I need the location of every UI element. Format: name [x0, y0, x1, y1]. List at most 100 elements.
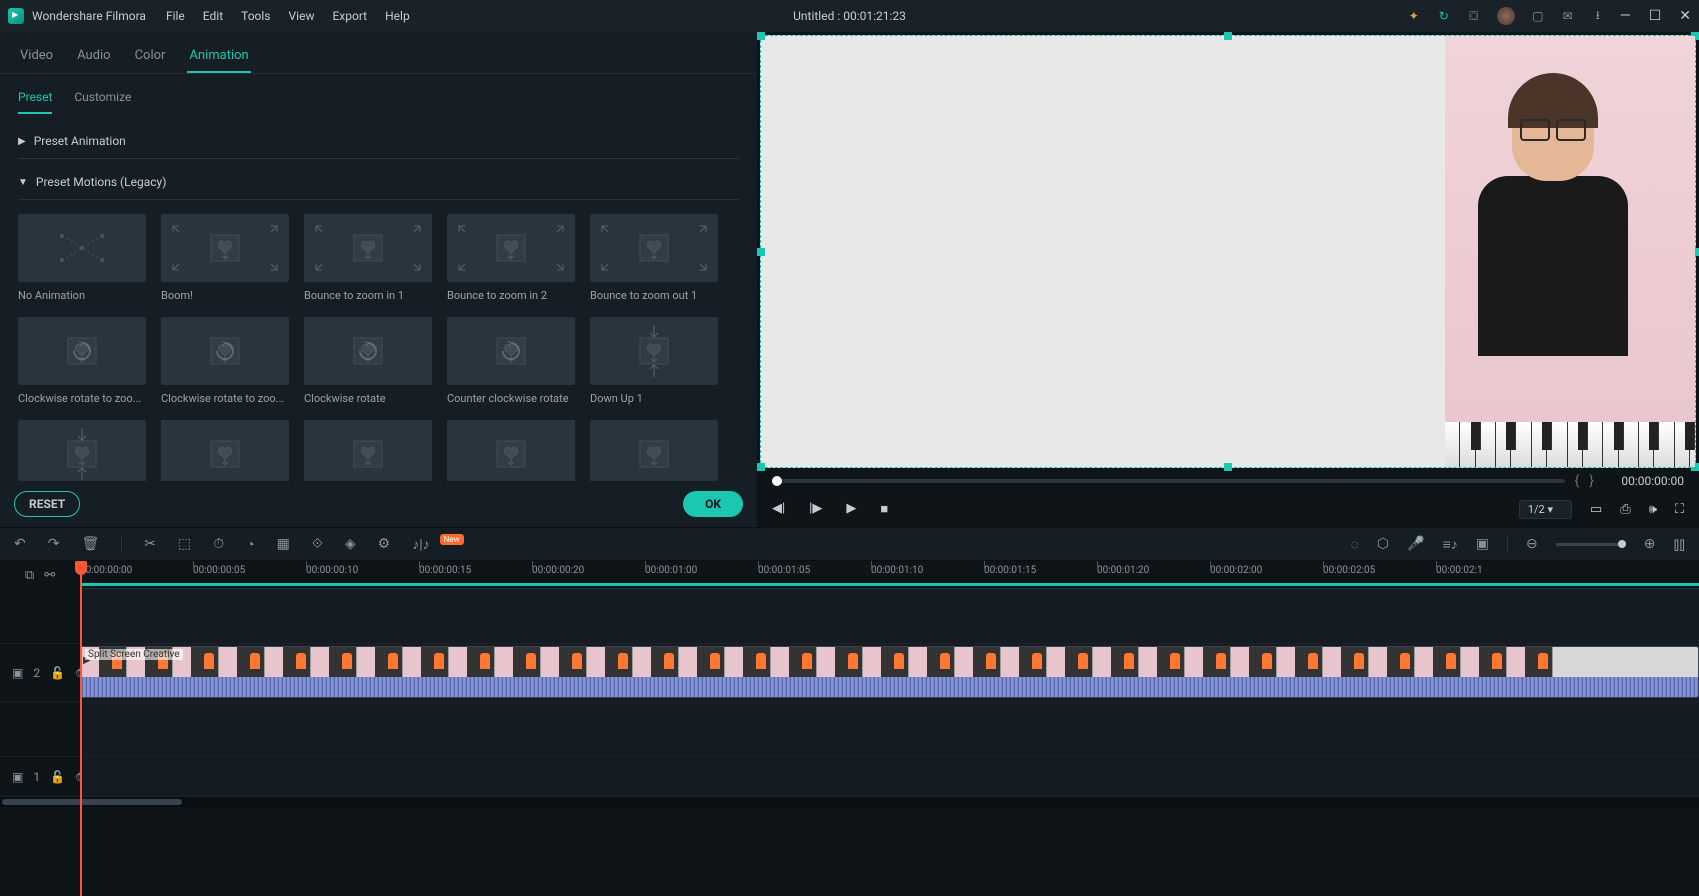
track-1-body[interactable] — [80, 757, 1699, 796]
fullscreen-icon[interactable]: ⛶ — [1675, 502, 1684, 517]
audio-icon[interactable]: ♪|♪ — [412, 536, 429, 553]
section-preset-motions[interactable]: ▼ Preset Motions (Legacy) — [18, 165, 739, 199]
zoom-out-icon[interactable]: ⊖ — [1526, 536, 1538, 552]
gift-icon[interactable]: ⛋ — [1467, 9, 1481, 23]
preset-item[interactable]: Bounce to zoom out 1 — [590, 214, 718, 302]
track-manager-icon[interactable]: ⧉ — [25, 568, 34, 583]
section-preset-animation[interactable]: ▶ Preset Animation — [18, 124, 739, 158]
lock-icon[interactable]: 🔓 — [50, 666, 65, 680]
preset-item[interactable]: Clockwise rotate to zoo... — [161, 317, 289, 405]
delete-icon[interactable]: 🗑 — [81, 536, 99, 552]
preview-quality-select[interactable]: 1/2 ▾ — [1519, 500, 1572, 519]
track-toggle-icon[interactable]: ▣ — [12, 770, 23, 784]
handle-ml[interactable] — [757, 248, 765, 256]
redo-icon[interactable]: ↷ — [48, 536, 60, 552]
record-vo-icon[interactable]: 🎤 — [1407, 536, 1424, 552]
preset-thumb — [18, 317, 146, 385]
ok-button[interactable]: OK — [683, 491, 743, 517]
undo-icon[interactable]: ↶ — [14, 536, 26, 552]
minimize-button[interactable]: — — [1620, 8, 1631, 24]
reset-button[interactable]: RESET — [14, 491, 80, 517]
timeline-scroll-thumb[interactable] — [2, 799, 182, 805]
menu-view[interactable]: View — [289, 9, 315, 23]
mark-in-icon[interactable]: { — [1575, 473, 1580, 489]
tab-video[interactable]: Video — [18, 42, 55, 73]
scrub-track[interactable] — [772, 479, 1565, 483]
preset-item[interactable]: Fade Slide 3 — [447, 420, 575, 481]
preset-item[interactable]: Bounce to zoom in 2 — [447, 214, 575, 302]
timeline-scrollbar[interactable] — [0, 797, 1699, 807]
playhead[interactable] — [80, 561, 82, 896]
handle-bl[interactable] — [757, 463, 765, 471]
tab-color[interactable]: Color — [133, 42, 168, 73]
lightbulb-icon[interactable]: ✦ — [1407, 9, 1421, 23]
preset-item[interactable]: Down Up 2 — [18, 420, 146, 481]
snapshot-icon[interactable]: ⎙ — [1620, 502, 1630, 517]
mixer-icon[interactable]: ≡♪ — [1443, 536, 1458, 553]
speed-icon[interactable]: ⏱ — [213, 536, 224, 552]
handle-bm[interactable] — [1224, 463, 1232, 471]
menu-help[interactable]: Help — [385, 9, 410, 23]
snap-icon[interactable]: ▣ — [1476, 536, 1489, 552]
adjust-icon[interactable]: ⚙ — [378, 536, 391, 552]
keyframe-icon[interactable]: ◈ — [345, 536, 356, 552]
split-icon[interactable]: ✂ — [144, 536, 156, 552]
preset-item[interactable]: Fade Slide 4 — [590, 420, 718, 481]
menu-tools[interactable]: Tools — [241, 9, 270, 23]
refresh-icon[interactable]: ↻ — [1437, 9, 1451, 23]
color-icon[interactable]: ◔ — [246, 536, 254, 553]
play-button[interactable]: ▶ — [846, 501, 856, 517]
close-button[interactable]: ✕ — [1679, 8, 1691, 24]
preset-item[interactable]: Boom! — [161, 214, 289, 302]
zoom-in-icon[interactable]: ⊕ — [1644, 536, 1656, 552]
preset-thumb — [590, 317, 718, 385]
video-clip[interactable]: ▶ Split Screen Creative — [80, 646, 1699, 698]
tab-animation[interactable]: Animation — [187, 42, 250, 73]
preset-label: Clockwise rotate to zoo... — [161, 392, 289, 405]
handle-tm[interactable] — [1224, 32, 1232, 40]
menu-file[interactable]: File — [166, 9, 185, 23]
link-icon[interactable]: ⚯ — [44, 568, 55, 583]
menu-edit[interactable]: Edit — [203, 9, 223, 23]
maximize-button[interactable]: ☐ — [1649, 8, 1662, 24]
preset-item[interactable]: Fade Slide 2 — [304, 420, 432, 481]
track-toggle-icon[interactable]: ▣ — [12, 666, 23, 680]
subtab-preset[interactable]: Preset — [18, 86, 52, 114]
tab-audio[interactable]: Audio — [75, 42, 112, 73]
stop-button[interactable]: ■ — [880, 501, 888, 517]
scrub-handle[interactable] — [772, 476, 782, 486]
time-ruler[interactable]: 00:00:00:0000:00:00:0500:00:00:1000:00:0… — [80, 561, 1699, 589]
preset-item[interactable]: Counter clockwise rotate — [447, 317, 575, 405]
render-icon[interactable]: ◌ — [1351, 536, 1359, 553]
preset-thumb — [447, 420, 575, 481]
display-icon[interactable]: ▭ — [1590, 502, 1602, 517]
preview-canvas[interactable] — [760, 35, 1696, 468]
preview-split-right — [1445, 36, 1695, 467]
download-icon[interactable]: ⭳ — [1591, 9, 1605, 23]
titlebar: Wondershare Filmora File Edit Tools View… — [0, 0, 1699, 32]
save-icon[interactable]: ▢ — [1531, 9, 1545, 23]
zoom-fit-icon[interactable]: ⫾⫾ — [1673, 534, 1685, 555]
volume-icon[interactable]: 🕪 — [1649, 502, 1657, 517]
lock-icon[interactable]: 🔓 — [50, 770, 65, 784]
preset-item[interactable]: Clockwise rotate — [304, 317, 432, 405]
menu-export[interactable]: Export — [332, 9, 367, 23]
preset-item[interactable]: Clockwise rotate to zoo... — [18, 317, 146, 405]
mark-out-icon[interactable]: } — [1589, 473, 1594, 489]
subtab-customize[interactable]: Customize — [74, 86, 131, 114]
zoom-slider[interactable] — [1556, 543, 1626, 546]
green-screen-icon[interactable]: ▦ — [277, 536, 290, 552]
handle-tl[interactable] — [757, 32, 765, 40]
preset-item[interactable]: Fade Slide 1 — [161, 420, 289, 481]
mail-icon[interactable]: ✉ — [1561, 9, 1575, 23]
motion-track-icon[interactable]: ⟐ — [312, 536, 323, 552]
avatar-icon[interactable] — [1497, 7, 1515, 25]
prev-frame-button[interactable]: ◀| — [772, 501, 785, 517]
next-frame-button[interactable]: |▶ — [809, 501, 822, 517]
crop-icon[interactable]: ⬚ — [178, 536, 191, 552]
preset-item[interactable]: Down Up 1 — [590, 317, 718, 405]
preset-item[interactable]: No Animation — [18, 214, 146, 302]
track-2-body[interactable]: ▶ Split Screen Creative — [80, 644, 1699, 701]
marker-icon[interactable]: ⬡ — [1377, 536, 1389, 552]
preset-item[interactable]: Bounce to zoom in 1 — [304, 214, 432, 302]
